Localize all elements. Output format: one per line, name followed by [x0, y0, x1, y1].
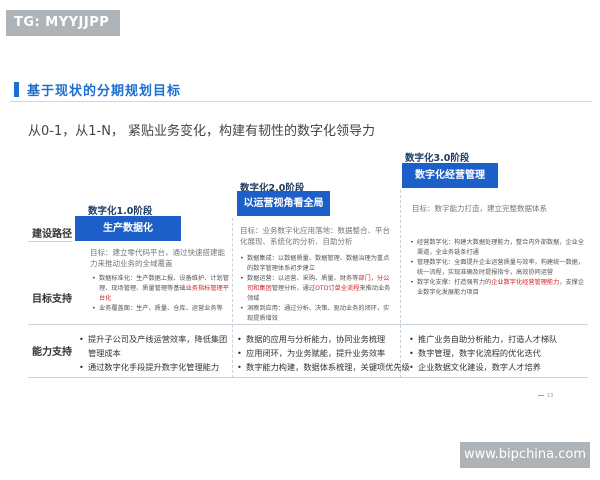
- phase-1-capability: 提升子公司及产线运营效率，降低集团管理成本 通过数字化手段提升数字化管理能力: [78, 332, 228, 374]
- phase-2-capability: 数据的应用与分析能力，协同业务梳理 应用闭环，为业务赋能，提升业务效率 数字能力…: [236, 332, 410, 374]
- watermark-bottom: www.bipchina.com: [460, 442, 590, 468]
- goal-item: 数据标准化：生产数据上报、设备维护、计划管理、现场管理、质量管理等基础业务指标管…: [92, 274, 230, 304]
- row-label-goals: 目标支持: [32, 294, 72, 305]
- phase-1-desc: 目标：建立零代码平台，通过快速搭建能力来推动业务的全域覆盖: [90, 248, 225, 268]
- capability-item: 企业数据文化建设，数字人才培养: [408, 360, 588, 374]
- capability-item: 数字能力构建，数据体系梳理，关键项优先级: [236, 360, 410, 374]
- capability-item: 应用闭环，为业务赋能，提升业务效率: [236, 346, 398, 360]
- capability-item: 提升子公司及产线运营效率，降低集团管理成本: [78, 332, 228, 360]
- row-label-capability: 能力支持: [32, 347, 72, 358]
- capability-item: 数字管理，数字化流程的优化迭代: [408, 346, 588, 360]
- phase-2-desc: 目标：业务数字化应用落地：数据整合、平台化展现、系统化的分析、自助分析: [240, 226, 390, 246]
- column-divider-1: [232, 218, 233, 378]
- capability-item: 通过数字化手段提升数字化管理能力: [78, 360, 228, 374]
- row-divider-goals: [28, 324, 588, 325]
- goal-item: 管理数字化：全面提升企业运营质量与效率，构建统一数据，统一流程，实现准确及时提报…: [410, 258, 585, 278]
- phase-3-box: 数字化经营管理: [402, 163, 498, 188]
- subtitle: 从0-1，从1-N， 紧贴业务变化，构建有韧性的数字化领导力: [28, 124, 376, 139]
- heading-accent-bar: [14, 81, 19, 97]
- phase-3-goals: 经营数字化：构建大数据处理能力，整合内外部数据，企业全渠道，全业务链条打通 管理…: [410, 238, 585, 298]
- phase-3-capability: 推广业务自助分析能力，打造人才梯队 数字管理，数字化流程的优化迭代 企业数据文化…: [408, 332, 588, 374]
- heading-divider: [10, 101, 592, 102]
- page-title: 基于现状的分期规划目标: [27, 83, 182, 99]
- phase-3-desc: 目标：数字能力打造，建立完整数据体系: [412, 204, 547, 213]
- capability-item: 数据的应用与分析能力，协同业务梳理: [236, 332, 398, 346]
- goal-item: 数据运营：以运营、采购、质量、财务等部门，分公司和集团管理分析，通过OTD订单全…: [240, 274, 395, 304]
- row-divider-path: [28, 241, 72, 242]
- phase-2-box: 以运营视角看全局: [237, 191, 330, 216]
- row-label-path: 建设路径: [32, 229, 72, 240]
- goal-item: 业务覆盖面：生产、质量、仓库、运营业务等: [92, 304, 230, 314]
- phase-1-goals: 数据标准化：生产数据上报、设备维护、计划管理、现场管理、质量管理等基础业务指标管…: [92, 274, 230, 314]
- phase-2-goals: 数据集成：以数据质量、数据管理、数据治理为重点的数字管理体系初步建立 数据运营：…: [240, 254, 395, 324]
- page-number: 13: [538, 393, 553, 399]
- phase-1-label: 数字化1.0阶段: [88, 206, 153, 217]
- goal-item: 数据集成：以数据质量、数据管理、数据治理为重点的数字管理体系初步建立: [240, 254, 395, 274]
- row-divider-capability: [28, 377, 588, 378]
- section-heading: 基于现状的分期规划目标: [14, 78, 181, 100]
- goal-item: 洞察到应用：通过分析、决策、驱动业务的闭环，实现提质增效: [240, 304, 395, 324]
- goal-item: 经营数字化：构建大数据处理能力，整合内外部数据，企业全渠道，全业务链条打通: [410, 238, 585, 258]
- phase-3-label: 数字化3.0阶段: [405, 153, 470, 164]
- goal-item: 数字化支撑：打造强有力的企业数字化经营管理能力，支撑企业数字化发展能力项目: [410, 278, 585, 298]
- watermark-top: TG: MYYJJPP: [6, 10, 120, 36]
- page-number-mark: [538, 395, 544, 396]
- phase-1-box: 生产数据化: [75, 216, 181, 241]
- capability-item: 推广业务自助分析能力，打造人才梯队: [408, 332, 588, 346]
- column-divider-2: [400, 190, 401, 378]
